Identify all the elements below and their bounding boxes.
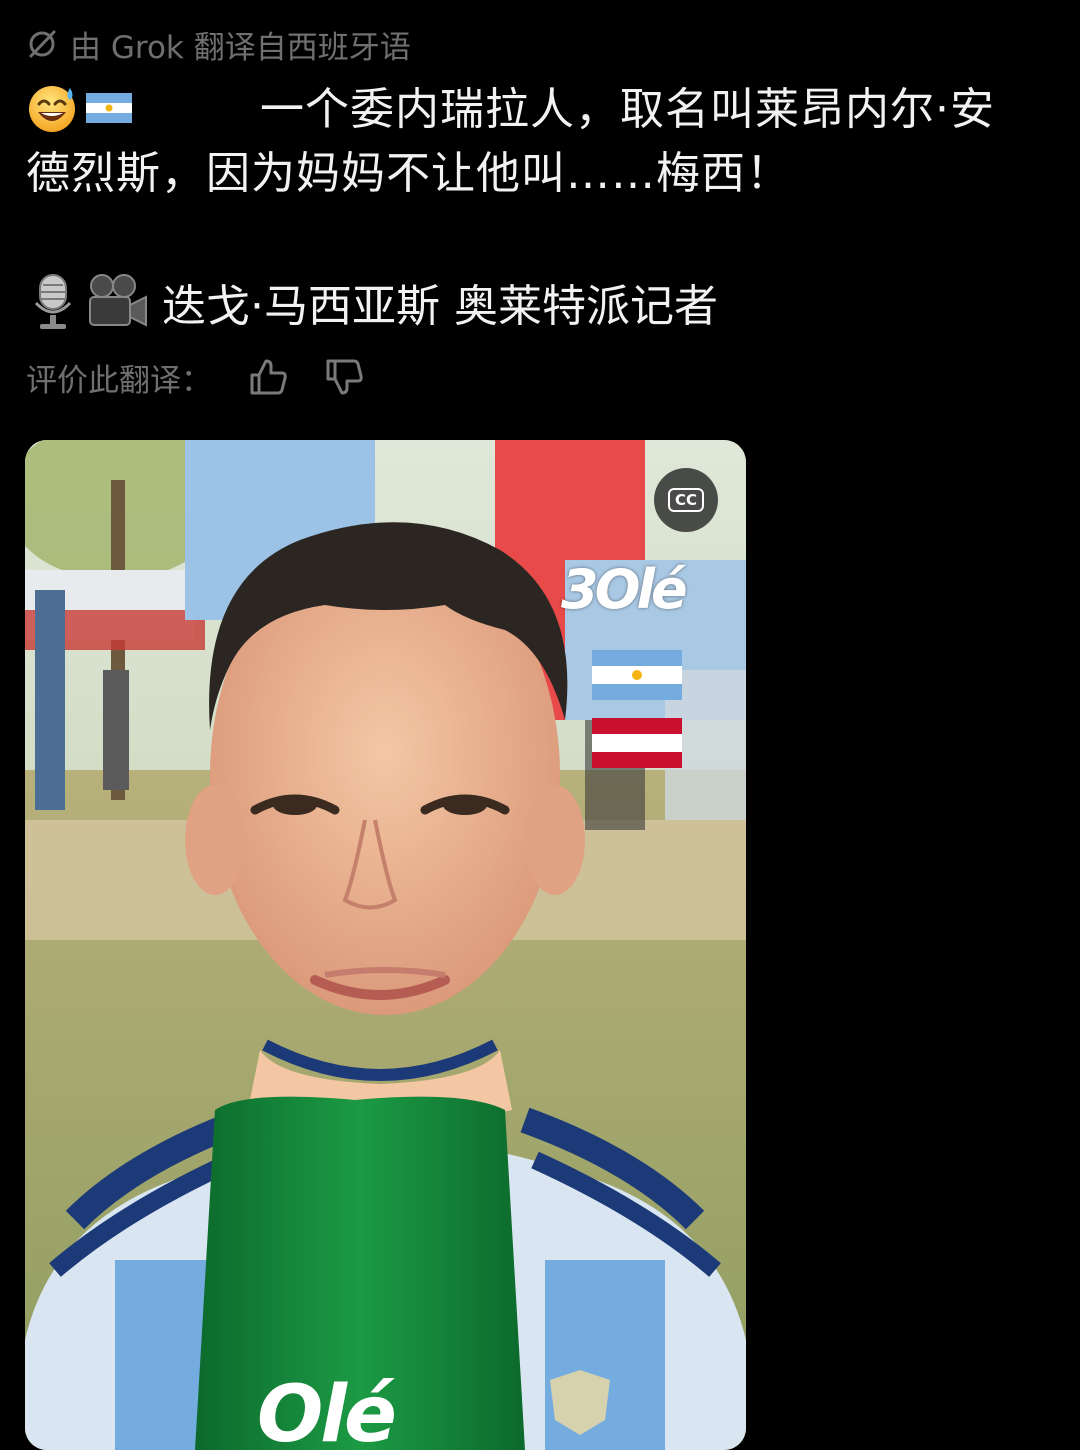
- rate-translation-row: 评价此翻译：: [26, 352, 366, 402]
- microphone-brand-text: Olé: [257, 1370, 397, 1450]
- reporter-credit-text: 迭戈·马西亚斯 奥莱特派记者: [162, 281, 718, 332]
- post-line-1: 一个委内瑞拉人，取名叫莱昂内尔·安: [26, 78, 1056, 142]
- video-player[interactable]: 3Olé Olé CC: [25, 440, 746, 1450]
- closed-captions-button[interactable]: CC: [654, 468, 718, 532]
- translation-source-text: 由 Grok 翻译自西班牙语: [70, 29, 411, 66]
- argentina-flag-emoji: [86, 93, 132, 123]
- ole-brand-overlay: 3Olé: [561, 558, 688, 621]
- movie-camera-emoji: [89, 274, 147, 327]
- translation-source-label: 由 Grok 翻译自西班牙语: [26, 22, 411, 66]
- grok-icon: [29, 30, 56, 58]
- thumbs-up-icon[interactable]: [246, 355, 290, 399]
- sweat-smile-emoji: [29, 86, 75, 132]
- cc-icon: CC: [667, 488, 705, 512]
- rate-translation-label: 评价此翻译：: [26, 362, 212, 399]
- post-line-1-text: 一个委内瑞拉人，取名叫莱昂内尔·安: [260, 84, 995, 135]
- microphone-emoji: [34, 274, 72, 329]
- post-body: 一个委内瑞拉人，取名叫莱昂内尔·安 德烈斯，因为妈妈不让他叫……梅西！: [26, 78, 1056, 270]
- thumbs-down-icon[interactable]: [322, 355, 366, 399]
- post-line-2: 德烈斯，因为妈妈不让他叫……梅西！: [26, 148, 791, 199]
- reporter-credit: 迭戈·马西亚斯 奥莱特派记者: [30, 270, 718, 334]
